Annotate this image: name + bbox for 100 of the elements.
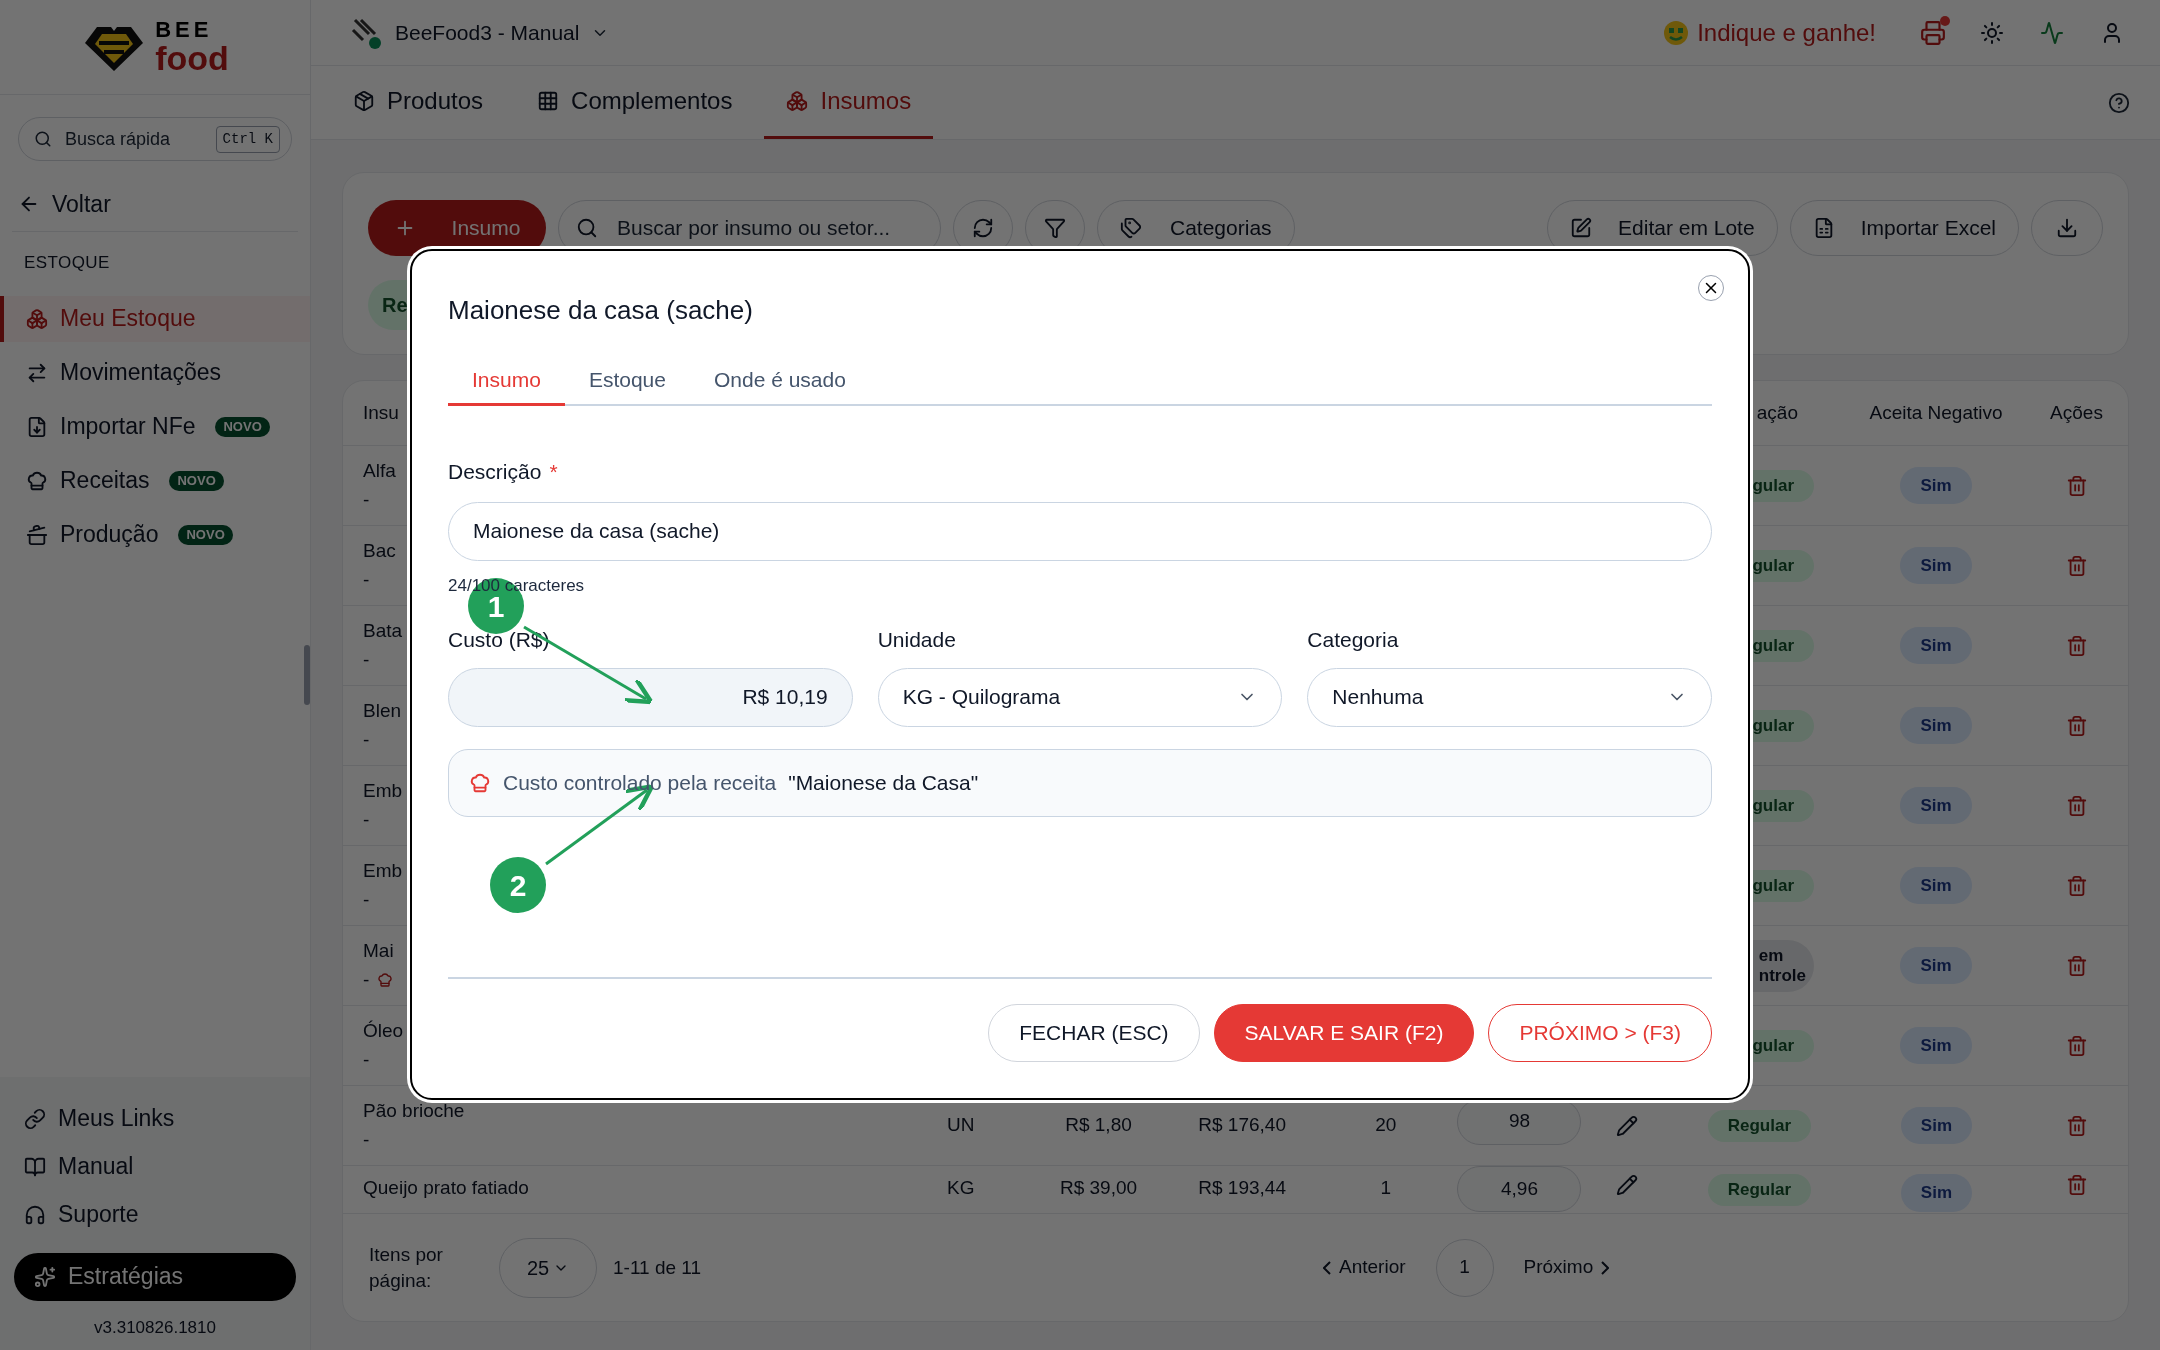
field-label: Categoria — [1307, 627, 1399, 653]
sidebar-item[interactable]: Importar NFe NOVO — [0, 403, 310, 450]
yes-badge: Sim — [1900, 1106, 1973, 1145]
yes-badge: Sim — [1900, 946, 1972, 985]
import-button[interactable]: Importar Excel — [1789, 200, 2019, 256]
version-text: v3.310826.1810 — [93, 1316, 217, 1339]
delete-icon[interactable] — [2065, 1034, 2088, 1057]
footer-link[interactable]: Meus Links — [0, 1094, 310, 1143]
dialog-tab[interactable]: Estoque — [564, 356, 690, 406]
yes-badge: Sim — [1900, 546, 1972, 585]
new-badge: NOVO — [169, 470, 224, 491]
total-cell-text: R$ 193,44 — [1198, 1176, 1286, 1200]
per-page-select[interactable]: 25 — [499, 1237, 597, 1298]
item-name: Bata — [363, 619, 403, 643]
file-download-icon — [26, 415, 48, 438]
boxes-icon — [26, 307, 48, 330]
cost-cell-text: R$ 39,00 — [1059, 1176, 1138, 1200]
previous-button[interactable]: Anterior — [1323, 1253, 1406, 1282]
sidebar-item[interactable]: Produção NOVO — [0, 511, 310, 558]
strategies-button[interactable]: Estratégias — [14, 1252, 296, 1301]
delete-icon[interactable] — [2065, 474, 2088, 497]
chevron-right-icon — [1601, 1260, 1610, 1275]
download-button[interactable] — [2031, 200, 2103, 256]
range-text: 1-11 de 11 — [613, 1255, 703, 1280]
item-name: Emb — [363, 779, 403, 803]
new-badge: NOVO — [215, 416, 270, 437]
tags-icon — [1120, 217, 1142, 239]
delete-icon[interactable] — [2065, 634, 2088, 657]
section-heading: ESTOQUE — [24, 252, 111, 274]
link-icon — [24, 1107, 46, 1130]
new-badge: NOVO — [178, 524, 233, 545]
edit-icon — [1570, 217, 1593, 239]
page-tab[interactable]: Produtos — [349, 66, 488, 139]
dialog-button[interactable]: FECHAR (ESC) — [988, 1004, 1200, 1062]
help-icon[interactable] — [2108, 91, 2130, 114]
referral-link[interactable]: Indique e ganhe! — [1697, 14, 1876, 51]
unit-cell-text: UN — [947, 1113, 975, 1138]
item-name: Blen — [363, 699, 402, 723]
filter-icon — [1044, 217, 1066, 239]
next-button[interactable]: Próximo — [1523, 1253, 1610, 1282]
dialog-tab[interactable]: Insumo — [448, 356, 565, 406]
chef-hat-icon — [26, 469, 48, 492]
sun-icon[interactable] — [1980, 20, 2004, 45]
yes-badge: Sim — [1900, 706, 1972, 745]
delete-icon[interactable] — [2065, 554, 2088, 577]
item-sector: - — [363, 1047, 370, 1072]
boxes-icon — [786, 90, 809, 112]
delete-icon[interactable] — [2065, 1114, 2088, 1137]
item-name: Bac — [363, 539, 396, 563]
delete-icon[interactable] — [2065, 794, 2088, 817]
column-header: Insu — [363, 400, 399, 425]
delete-icon[interactable] — [2065, 714, 2088, 737]
item-name: Alfa — [363, 459, 396, 483]
step-marker: 2 — [490, 857, 546, 913]
sidebar-item[interactable]: Movimentações — [0, 349, 310, 396]
sidebar-item[interactable]: Receitas NOVO — [0, 457, 310, 504]
item-sector: - — [363, 887, 370, 912]
item-sector: - — [363, 487, 370, 512]
sparkles-icon — [34, 1265, 56, 1288]
page-tab[interactable]: Insumos — [764, 66, 934, 139]
yes-badge: Sim — [1900, 866, 1972, 905]
minimum-cell-text: 1 — [1380, 1176, 1392, 1200]
delete-icon[interactable] — [2065, 874, 2088, 897]
item-sector: - — [363, 967, 370, 992]
grid-icon — [537, 90, 560, 112]
info-text: Custo controlado pela receita — [503, 769, 777, 796]
footer-link[interactable]: Suporte — [0, 1190, 310, 1239]
item-sector: - — [363, 727, 370, 752]
logo-text: BEE — [155, 19, 214, 41]
status-badge: Regular — [1707, 1109, 1812, 1142]
dialog-button[interactable]: PRÓXIMO > (F3) — [1488, 1004, 1712, 1062]
description-field[interactable]: Maionese da casa (sache) — [448, 501, 1712, 561]
search-icon — [34, 130, 52, 148]
dialog-button[interactable]: SALVAR E SAIR (F2) — [1213, 1004, 1475, 1062]
item-name: Pão brioche — [363, 1099, 465, 1123]
pot-icon — [26, 523, 48, 546]
quantity-field[interactable]: 4,96 — [1457, 1166, 1582, 1212]
item-sector: - — [363, 567, 370, 592]
item-name: Queijo prato fatiado — [363, 1176, 529, 1200]
back-link[interactable]: Voltar — [18, 187, 292, 221]
yes-badge: Sim — [1900, 466, 1972, 505]
dialog-title: Maionese da casa (sache) — [448, 294, 754, 327]
dialog-tab[interactable]: Onde é usado — [689, 356, 870, 406]
field-label: Custo (R$) — [448, 627, 550, 653]
delete-icon[interactable] — [2065, 1174, 2088, 1196]
activity-icon[interactable] — [2040, 20, 2064, 45]
logo-text: food — [155, 41, 229, 75]
page-tab[interactable]: Complementos — [533, 66, 737, 139]
column-header: ação — [1756, 400, 1798, 425]
recipe-name: "Maionese da Casa" — [788, 769, 979, 796]
sidebar-item[interactable]: Meu Estoque — [0, 295, 310, 342]
yes-badge: Sim — [1900, 1174, 1973, 1212]
status-badge: Regular — [1707, 1174, 1812, 1206]
store-name[interactable]: BeeFood3 - Manual — [395, 16, 580, 49]
delete-icon[interactable] — [2065, 954, 2088, 977]
edit-icon[interactable] — [1616, 1174, 1639, 1196]
printer-icon[interactable] — [1920, 19, 1946, 46]
field-label: Unidade — [877, 627, 956, 653]
edit-icon[interactable] — [1616, 1114, 1639, 1137]
footer-link[interactable]: Manual — [0, 1142, 310, 1191]
